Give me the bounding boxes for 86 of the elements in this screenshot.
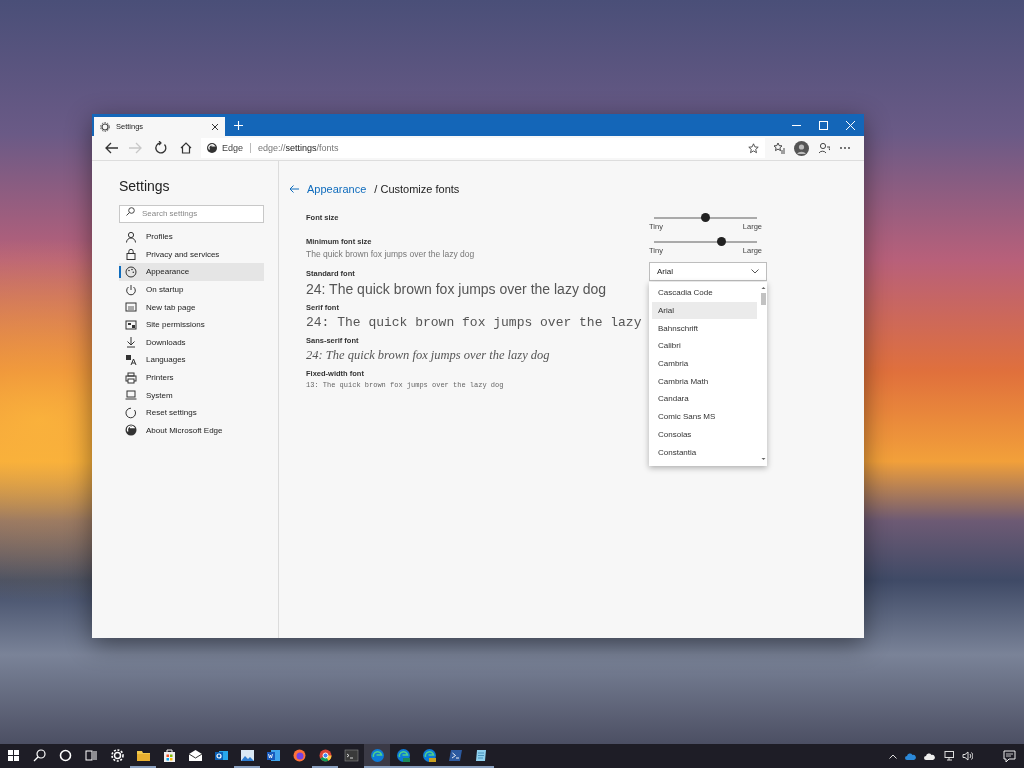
sidebar-item[interactable]: Profiles bbox=[119, 228, 264, 246]
dropdown-option[interactable]: Cambria bbox=[652, 354, 757, 373]
slider-thumb[interactable] bbox=[717, 237, 727, 246]
font-sample-text: 24: The quick brown fox jumps over the lazy dog bbox=[306, 281, 607, 297]
address-bar[interactable]: Edge edge://settings/fonts bbox=[201, 138, 765, 158]
search-icon bbox=[126, 207, 135, 216]
person-icon bbox=[125, 230, 137, 243]
site-label: Edge bbox=[222, 143, 244, 153]
wave-circle-icon bbox=[369, 747, 385, 763]
dropdown-option[interactable]: Consolas bbox=[652, 425, 757, 444]
star-icon[interactable] bbox=[748, 142, 759, 154]
sidebar-item[interactable]: Printers bbox=[119, 368, 264, 387]
chevron-up-icon[interactable] bbox=[889, 753, 897, 759]
sidebar-item[interactable]: Downloads bbox=[119, 333, 264, 352]
palette-icon bbox=[125, 266, 137, 278]
close-icon[interactable] bbox=[211, 122, 219, 131]
lock-icon bbox=[125, 248, 137, 261]
sidebar-item[interactable]: About Microsoft Edge bbox=[119, 421, 264, 440]
back-arrow-icon[interactable] bbox=[289, 185, 299, 193]
dropdown-option[interactable]: Candara bbox=[652, 390, 757, 408]
task-view-icon bbox=[83, 747, 99, 763]
sidebar-item[interactable]: Reset settings bbox=[119, 403, 264, 422]
browser-logo-icon bbox=[125, 424, 137, 437]
download-icon bbox=[125, 336, 137, 349]
printer-icon bbox=[125, 371, 137, 384]
dropdown-option[interactable]: Calibri bbox=[652, 337, 757, 355]
dropdown-option[interactable]: Constantia bbox=[652, 443, 757, 461]
sidebar-item[interactable]: Site permissions bbox=[119, 315, 264, 334]
window-icon bbox=[125, 301, 137, 314]
avatar-icon[interactable] bbox=[794, 140, 809, 156]
ring-icon bbox=[57, 747, 73, 763]
wave-circle-icon bbox=[395, 747, 411, 763]
prompt-icon bbox=[447, 747, 463, 763]
search-icon bbox=[31, 747, 47, 763]
power-icon bbox=[125, 283, 137, 296]
chevron-down-icon bbox=[751, 269, 759, 274]
font-sample-text: The quick brown fox jumps over the lazy dog bbox=[306, 249, 475, 259]
plus-icon bbox=[233, 120, 243, 130]
slider-thumb[interactable] bbox=[701, 213, 710, 222]
languages-icon bbox=[125, 353, 137, 366]
refresh-icon bbox=[153, 141, 168, 155]
cloud-icon[interactable] bbox=[924, 752, 935, 760]
dropdown-option[interactable]: Cascadia Code bbox=[652, 284, 757, 302]
envelope-icon bbox=[187, 747, 203, 763]
terminal-icon bbox=[343, 747, 359, 763]
dropdown-option[interactable]: Cambria Math bbox=[652, 372, 757, 391]
notepad-icon bbox=[473, 747, 489, 763]
grid-icon bbox=[125, 318, 137, 331]
gear-icon bbox=[109, 747, 125, 763]
sidebar-item[interactable]: Privacy and services bbox=[119, 245, 264, 264]
sidebar-item[interactable]: New tab page bbox=[119, 298, 264, 316]
page-title: / Customize fonts bbox=[374, 183, 460, 195]
font-size-slider[interactable] bbox=[654, 213, 757, 222]
favorites-icon[interactable] bbox=[773, 142, 785, 154]
appearance-link[interactable]: Appearance bbox=[307, 183, 367, 195]
font-size-slider[interactable] bbox=[654, 237, 757, 246]
dropdown-option[interactable]: Arial bbox=[652, 301, 757, 320]
maximize-icon[interactable] bbox=[819, 120, 828, 130]
sidebar-title: Settings bbox=[119, 178, 171, 194]
circle-icon bbox=[317, 747, 333, 763]
search-field[interactable]: Search settings bbox=[119, 204, 264, 223]
sidebar-item[interactable]: On startup bbox=[119, 280, 264, 299]
url-text: edge://settings/fonts bbox=[258, 143, 340, 153]
dropdown-option[interactable]: Bahnschrift bbox=[652, 319, 757, 338]
sidebar-item[interactable]: Languages bbox=[119, 351, 264, 369]
sidebar-item[interactable]: System bbox=[119, 386, 264, 404]
forward-arrow-icon bbox=[128, 141, 143, 155]
shopping-bag-icon bbox=[161, 747, 177, 763]
laptop-icon bbox=[125, 389, 137, 402]
network-icon[interactable] bbox=[943, 751, 954, 761]
wave-circle-icon bbox=[421, 747, 437, 763]
back-arrow-icon bbox=[103, 141, 118, 155]
four-squares-icon bbox=[5, 747, 21, 763]
dropdown-option[interactable]: Comic Sans MS bbox=[652, 407, 757, 426]
browser-logo-icon bbox=[207, 143, 217, 153]
gear-icon bbox=[100, 121, 110, 132]
font-sample-text: 24: The quick brown fox jumps over the lazy dog bbox=[306, 348, 550, 363]
reset-icon bbox=[125, 406, 137, 419]
home-icon bbox=[178, 141, 193, 155]
notifications-icon[interactable] bbox=[1003, 749, 1016, 763]
landscape-icon bbox=[239, 747, 255, 763]
font-sample-text: 24: The quick brown fox jumps over the lazy bbox=[306, 315, 642, 330]
sidebar-item[interactable]: Appearance bbox=[119, 263, 264, 281]
speaker-icon[interactable] bbox=[962, 751, 973, 761]
feedback-icon[interactable] bbox=[818, 142, 830, 154]
document-icon bbox=[265, 747, 281, 763]
